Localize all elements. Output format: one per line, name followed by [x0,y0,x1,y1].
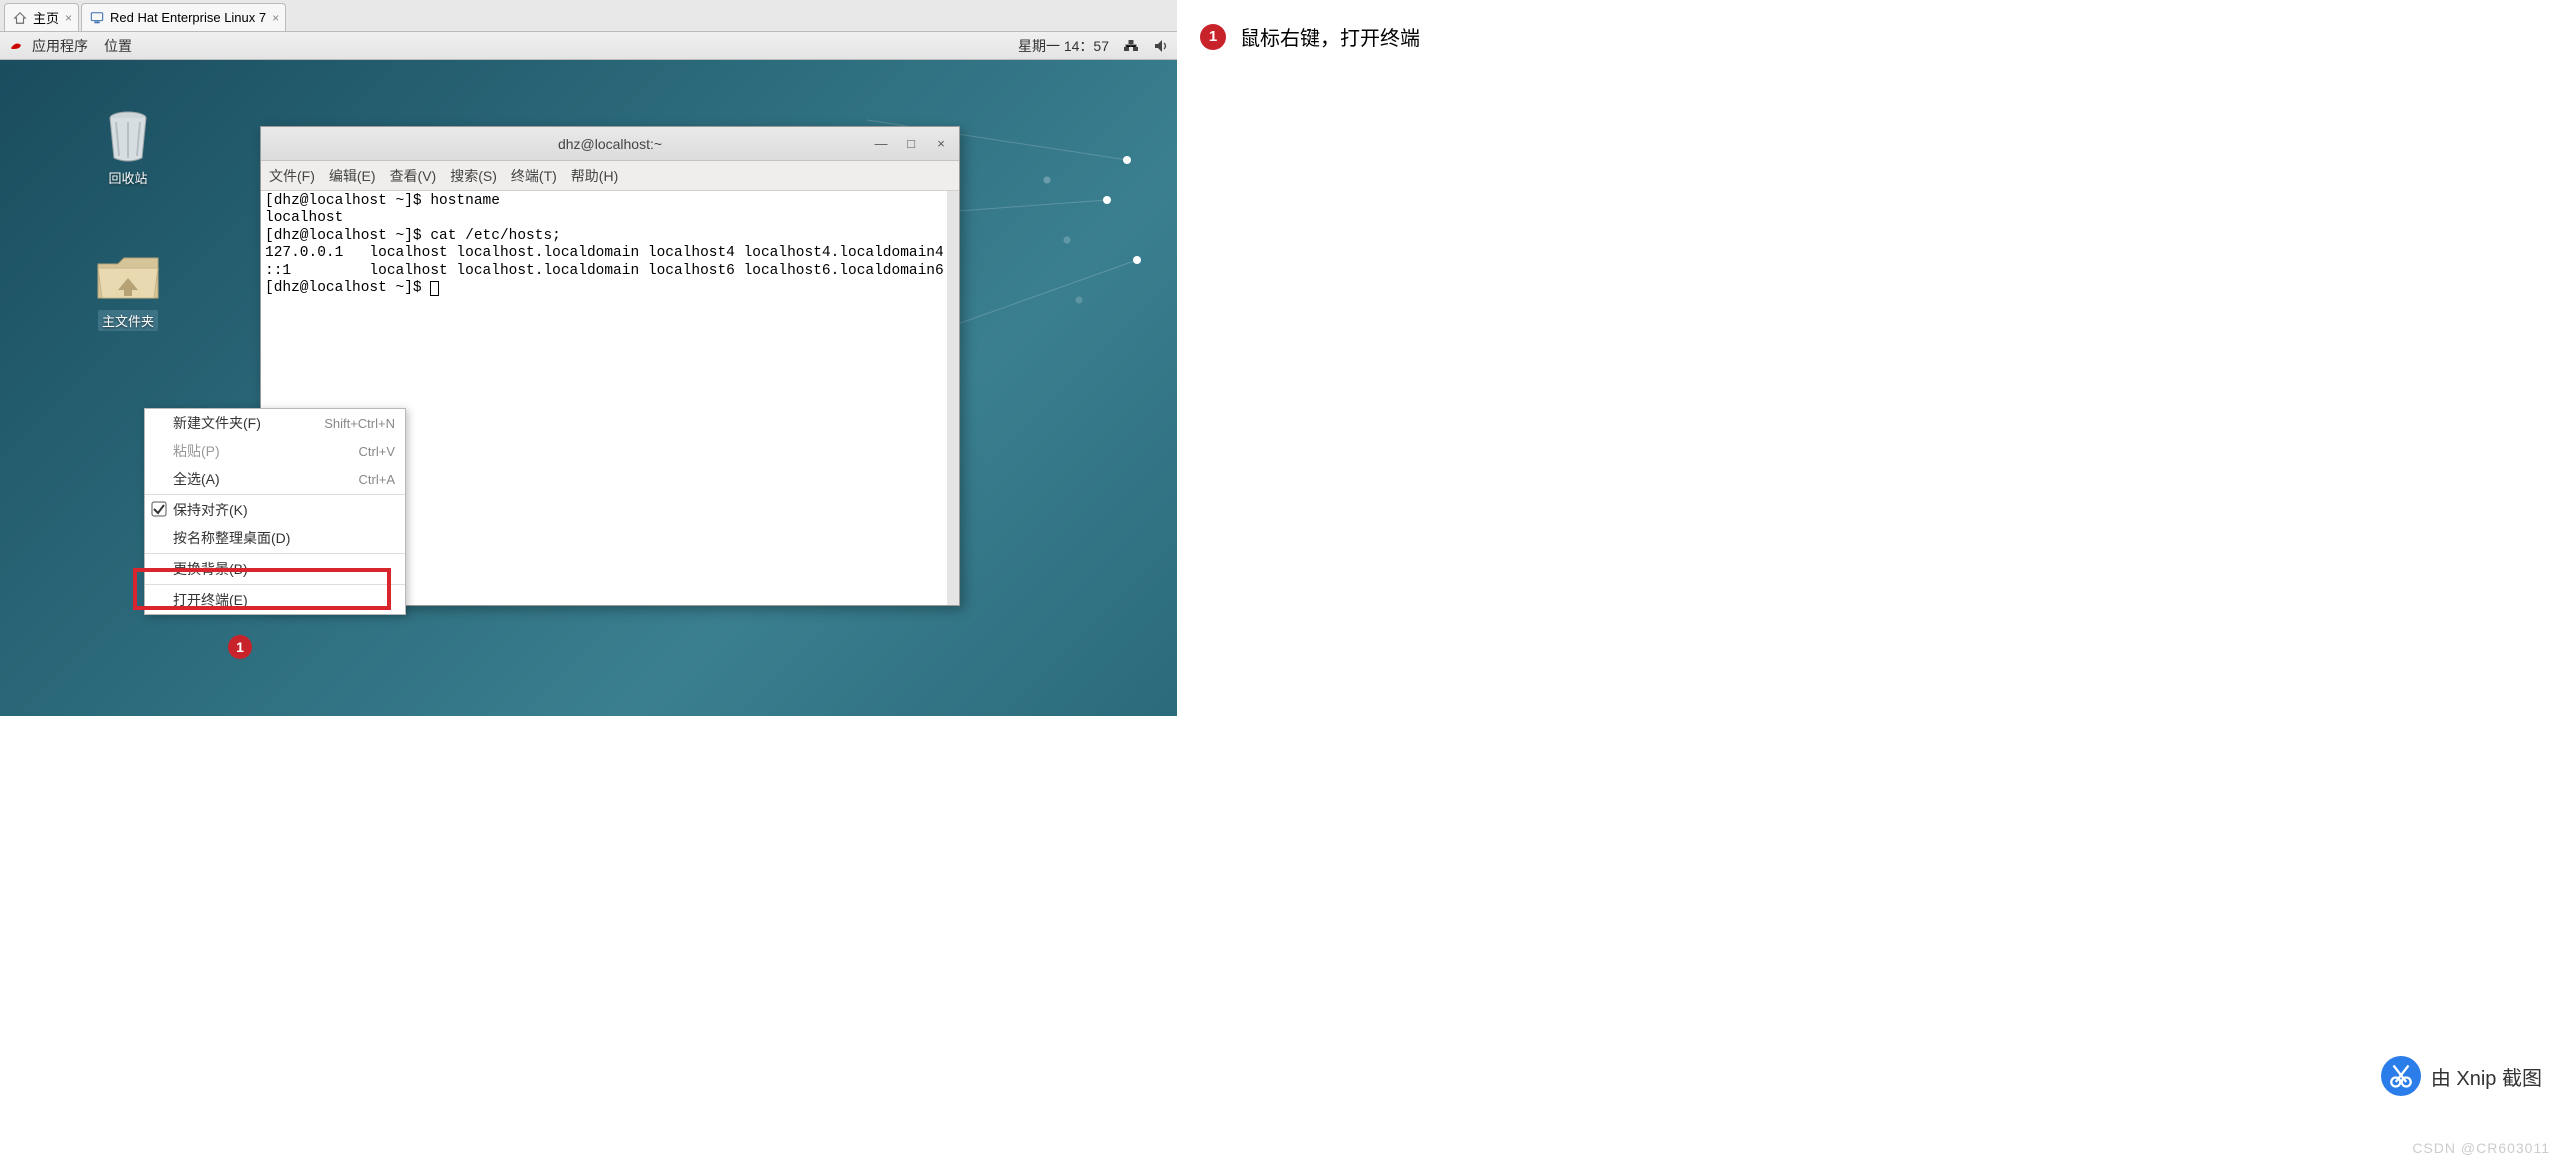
context-item-keep-aligned[interactable]: 保持对齐(K) [145,496,405,524]
xnip-text: 由 Xnip 截图 [2431,1062,2542,1091]
tab-home-label: 主页 [33,8,59,27]
context-item-change-background[interactable]: 更换背景(B) [145,555,405,583]
trash-label: 回收站 [88,168,168,187]
callout-number: 1 [236,639,244,655]
context-label: 更换背景(B) [173,559,248,579]
redhat-icon [8,38,24,54]
context-item-new-folder[interactable]: 新建文件夹(F) Shift+Ctrl+N [145,409,405,437]
menu-edit[interactable]: 编辑(E) [329,166,376,186]
close-button[interactable]: × [929,131,953,155]
checkbox-icon [151,501,167,517]
terminal-line: 127.0.0.1 localhost localhost.localdomai… [265,245,944,261]
context-shortcut: Shift+Ctrl+N [324,416,395,431]
context-item-paste: 粘贴(P) Ctrl+V [145,437,405,465]
close-icon[interactable]: × [65,11,72,25]
context-shortcut: Ctrl+A [359,472,395,487]
separator [145,553,405,554]
context-item-organize-by-name[interactable]: 按名称整理桌面(D) [145,524,405,552]
menu-view[interactable]: 查看(V) [390,166,437,186]
tab-rhel-label: Red Hat Enterprise Linux 7 [110,10,266,25]
annotation-number: 1 [1209,28,1217,45]
volume-icon[interactable] [1153,38,1169,54]
csdn-watermark: CSDN @CR603011 [2412,1140,2550,1156]
terminal-line: [dhz@localhost ~]$ [265,280,430,296]
vm-tabbar: 主页 × Red Hat Enterprise Linux 7 × [0,0,1177,32]
home-folder-label: 主文件夹 [98,310,158,331]
applications-label: 应用程序 [32,36,88,56]
terminal-titlebar[interactable]: dhz@localhost:~ — □ × [261,127,959,161]
context-shortcut: Ctrl+V [359,444,395,459]
monitor-icon [90,11,104,25]
xnip-watermark: 由 Xnip 截图 [2381,1056,2542,1096]
network-icon[interactable] [1123,38,1139,54]
tab-home[interactable]: 主页 × [4,3,79,31]
desktop-context-menu: 新建文件夹(F) Shift+Ctrl+N 粘贴(P) Ctrl+V 全选(A)… [144,408,406,615]
terminal-line: localhost [265,210,343,226]
context-label: 粘贴(P) [173,441,220,461]
clock[interactable]: 星期一 14：57 [1018,36,1109,56]
folder-icon [94,250,162,306]
screenshot: 主页 × Red Hat Enterprise Linux 7 × 应用程序 位… [0,0,1177,716]
terminal-title: dhz@localhost:~ [558,136,662,152]
desktop[interactable]: 回收站 主文件夹 dhz@localhost:~ — □ × [0,60,1177,716]
context-label: 打开终端(E) [173,590,248,610]
trash-icon [100,108,156,164]
menu-help[interactable]: 帮助(H) [571,166,618,186]
applications-menu[interactable]: 应用程序 [8,36,88,56]
separator [145,494,405,495]
gnome-topbar: 应用程序 位置 星期一 14：57 [0,32,1177,60]
annotation: 1 鼠标右键，打开终端 [1200,22,1420,51]
context-item-open-terminal[interactable]: 打开终端(E) [145,586,405,614]
context-label: 全选(A) [173,469,220,489]
terminal-line: ::1 localhost localhost.localdomain loca… [265,263,944,279]
context-label: 保持对齐(K) [173,500,248,520]
context-label: 按名称整理桌面(D) [173,528,290,548]
separator [145,584,405,585]
context-label: 新建文件夹(F) [173,413,261,433]
xnip-logo-icon [2381,1056,2421,1096]
trash-desktop-icon[interactable]: 回收站 [88,108,168,187]
minimize-button[interactable]: — [869,131,893,155]
home-folder-desktop-icon[interactable]: 主文件夹 [88,250,168,331]
terminal-line: [dhz@localhost ~]$ hostname [265,193,500,209]
terminal-menubar: 文件(F) 编辑(E) 查看(V) 搜索(S) 终端(T) 帮助(H) [261,161,959,191]
maximize-button[interactable]: □ [899,131,923,155]
close-icon[interactable]: × [272,11,279,25]
callout-badge-1: 1 [228,635,252,659]
context-item-select-all[interactable]: 全选(A) Ctrl+A [145,465,405,493]
annotation-text: 鼠标右键，打开终端 [1240,22,1420,51]
menu-terminal[interactable]: 终端(T) [511,166,557,186]
home-icon [13,11,27,25]
terminal-line: [dhz@localhost ~]$ cat /etc/hosts; [265,228,561,244]
terminal-cursor [430,281,439,296]
menu-search[interactable]: 搜索(S) [450,166,497,186]
places-menu[interactable]: 位置 [104,36,132,56]
annotation-badge: 1 [1200,24,1226,50]
tab-rhel[interactable]: Red Hat Enterprise Linux 7 × [81,3,286,31]
menu-file[interactable]: 文件(F) [269,166,315,186]
